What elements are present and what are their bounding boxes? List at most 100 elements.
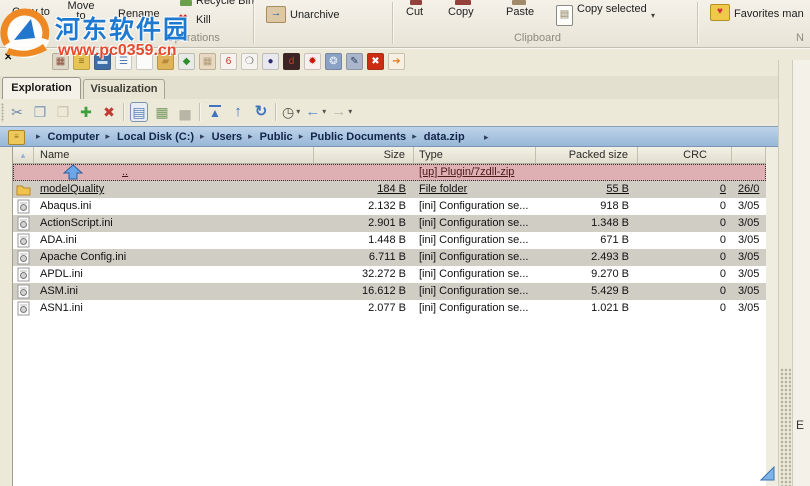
cell-name: APDL.ini bbox=[34, 266, 314, 283]
breadcrumb-item[interactable]: data.zip bbox=[424, 131, 465, 143]
dropdown-caret-icon[interactable]: ▾ bbox=[348, 102, 352, 122]
browser-toolbar: ✂❐❐✚✖ ▤▦▅ ▲↑↻ ◷▾←▾→▾ bbox=[0, 99, 810, 126]
cut-icon[interactable]: ✂ bbox=[8, 102, 26, 122]
breadcrumb-arrow-icon: ▸ bbox=[105, 131, 110, 142]
tab-visualization[interactable]: Visualization bbox=[83, 79, 165, 99]
chart-view-icon[interactable]: ▅ bbox=[176, 102, 194, 122]
recycle-bin-icon bbox=[180, 0, 192, 6]
file-type-icon bbox=[13, 266, 34, 283]
new-file-icon[interactable]: ✚ bbox=[77, 102, 95, 122]
cell-packed-size bbox=[536, 164, 638, 181]
folder-icon bbox=[16, 183, 31, 196]
cell-date: 3/05 bbox=[732, 198, 766, 215]
paste-files-icon[interactable]: ❐ bbox=[54, 102, 72, 122]
tab-exploration[interactable]: Exploration bbox=[2, 77, 81, 99]
rename-button[interactable]: Rename bbox=[118, 8, 160, 20]
details-view-icon[interactable]: ▤ bbox=[130, 102, 148, 122]
close-icon[interactable]: ✕ bbox=[4, 52, 12, 63]
dropdown-caret-icon[interactable]: ▾ bbox=[322, 102, 326, 122]
table-row[interactable]: ASN1.ini 2.077 B [ini] Configuration se.… bbox=[13, 300, 766, 317]
folder-plugin-icon[interactable]: ▰ bbox=[157, 53, 174, 70]
move-to-button[interactable]: Move to bbox=[62, 1, 100, 21]
excel-plugin-icon[interactable]: ✖ bbox=[367, 53, 384, 70]
breadcrumb-item[interactable]: Public bbox=[260, 131, 293, 143]
recycle-bin-button[interactable]: Recycle Bin bbox=[196, 0, 254, 7]
back-icon[interactable]: ←▾ bbox=[305, 102, 326, 122]
paste-button[interactable]: Paste bbox=[506, 6, 534, 18]
view-icon-group: ▤▦▅ bbox=[130, 102, 194, 122]
delete-icon[interactable]: ✖ bbox=[100, 102, 118, 122]
table-row[interactable]: APDL.ini 32.272 B [ini] Configuration se… bbox=[13, 266, 766, 283]
column-crc[interactable]: CRC bbox=[638, 147, 732, 163]
cell-packed-size: 55 B bbox=[536, 181, 638, 198]
zip-plugin-icon[interactable]: ≡ bbox=[73, 53, 90, 70]
cell-packed-size: 9.270 B bbox=[536, 266, 638, 283]
column-type[interactable]: Type bbox=[414, 147, 536, 163]
window-plugin-icon[interactable]: ▦ bbox=[52, 53, 69, 70]
navigation-group-label: N bbox=[790, 32, 810, 44]
cell-crc: 0 bbox=[638, 181, 732, 198]
resize-grip-icon[interactable] bbox=[760, 466, 775, 484]
cell-size: 2.132 B bbox=[314, 198, 414, 215]
table-row[interactable]: ADA.ini 1.448 B [ini] Configuration se..… bbox=[13, 232, 766, 249]
breadcrumb-item[interactable]: Public Documents bbox=[310, 131, 406, 143]
cell-size bbox=[314, 164, 414, 181]
package-plugin-icon[interactable]: ▦ bbox=[199, 53, 216, 70]
table-header: ▴ Name Size Type Packed size CRC bbox=[13, 147, 766, 164]
copy-selected-path-button[interactable]: Copy selected bbox=[577, 3, 647, 15]
copy-button[interactable]: Copy bbox=[448, 6, 474, 18]
toolbar-separator bbox=[123, 103, 125, 121]
table-row[interactable]: Abaqus.ini 2.132 B [ini] Configuration s… bbox=[13, 198, 766, 215]
copy-path-dropdown-icon[interactable]: ▾ bbox=[651, 11, 655, 20]
thumbnails-view-icon[interactable]: ▦ bbox=[153, 102, 171, 122]
speech-plugin-icon[interactable]: ❍ bbox=[241, 53, 258, 70]
save-lock-plugin-icon[interactable]: ◆ bbox=[178, 53, 195, 70]
pen-plugin-icon[interactable]: ✎ bbox=[346, 53, 363, 70]
cut-button[interactable]: Cut bbox=[406, 6, 423, 18]
cell-name: Apache Config.ini bbox=[34, 249, 314, 266]
gear-emblem-plugin-icon[interactable]: ❂ bbox=[325, 53, 342, 70]
toolbar-grip[interactable] bbox=[1, 103, 4, 122]
swirl-plugin-icon[interactable]: 6 bbox=[220, 53, 237, 70]
virus-plugin-icon[interactable]: ✹ bbox=[304, 53, 321, 70]
favorites-manager-button[interactable]: Favorites man bbox=[734, 8, 804, 20]
refresh-icon[interactable]: ↻ bbox=[252, 102, 270, 122]
page-plugin-icon[interactable] bbox=[136, 53, 153, 70]
column-size[interactable]: Size bbox=[314, 147, 414, 163]
breadcrumb-arrow-icon[interactable]: ▸ bbox=[484, 132, 489, 143]
table-row[interactable]: modelQuality 184 B File folder 55 B 0 26… bbox=[13, 181, 766, 198]
up-arrow-icon[interactable]: ↑ bbox=[229, 102, 247, 122]
forward-icon[interactable]: →▾ bbox=[331, 102, 352, 122]
sort-asc-icon[interactable]: ▴ bbox=[13, 147, 34, 163]
breadcrumb-item[interactable]: Users bbox=[212, 131, 243, 143]
file-type-icon bbox=[13, 283, 34, 300]
collapse-top-icon[interactable]: ▲ bbox=[206, 102, 224, 122]
breadcrumb-item[interactable]: Computer bbox=[48, 131, 100, 143]
copy-files-icon[interactable]: ❐ bbox=[31, 102, 49, 122]
ribbon-separator bbox=[697, 2, 699, 44]
file-type-icon bbox=[13, 249, 34, 266]
table-row[interactable]: ActionScript.ini 2.901 B [ini] Configura… bbox=[13, 215, 766, 232]
history-icon[interactable]: ◷▾ bbox=[282, 102, 300, 122]
column-name[interactable]: Name bbox=[34, 147, 314, 163]
table-row[interactable]: ASM.ini 16.612 B [ini] Configuration se.… bbox=[13, 283, 766, 300]
dropdown-caret-icon[interactable]: ▾ bbox=[296, 102, 300, 122]
sphere-plugin-icon[interactable]: ● bbox=[262, 53, 279, 70]
copy-to-button[interactable]: Copy to bbox=[12, 6, 50, 18]
column-date[interactable] bbox=[732, 147, 766, 163]
export-plugin-icon[interactable]: ➔ bbox=[388, 53, 405, 70]
column-packed-size[interactable]: Packed size bbox=[536, 147, 638, 163]
pane-splitter[interactable] bbox=[779, 60, 792, 486]
cell-crc: 0 bbox=[638, 215, 732, 232]
tab-bar: Exploration Visualization bbox=[0, 76, 810, 99]
kill-button[interactable]: Kill bbox=[196, 14, 211, 26]
table-row[interactable]: Apache Config.ini 6.711 B [ini] Configur… bbox=[13, 249, 766, 266]
breadcrumb-item[interactable]: Local Disk (C:) bbox=[117, 131, 194, 143]
ini-file-icon bbox=[17, 284, 30, 299]
table-row[interactable]: .. [up] Plugin/7zdll-zip bbox=[13, 164, 766, 181]
document-plugin-icon[interactable]: ☰ bbox=[115, 53, 132, 70]
monitor-plugin-icon[interactable]: ▬ bbox=[94, 53, 111, 70]
media-plugin-icon[interactable]: d bbox=[283, 53, 300, 70]
cell-size: 2.901 B bbox=[314, 215, 414, 232]
unarchive-button[interactable]: Unarchive bbox=[290, 9, 340, 21]
